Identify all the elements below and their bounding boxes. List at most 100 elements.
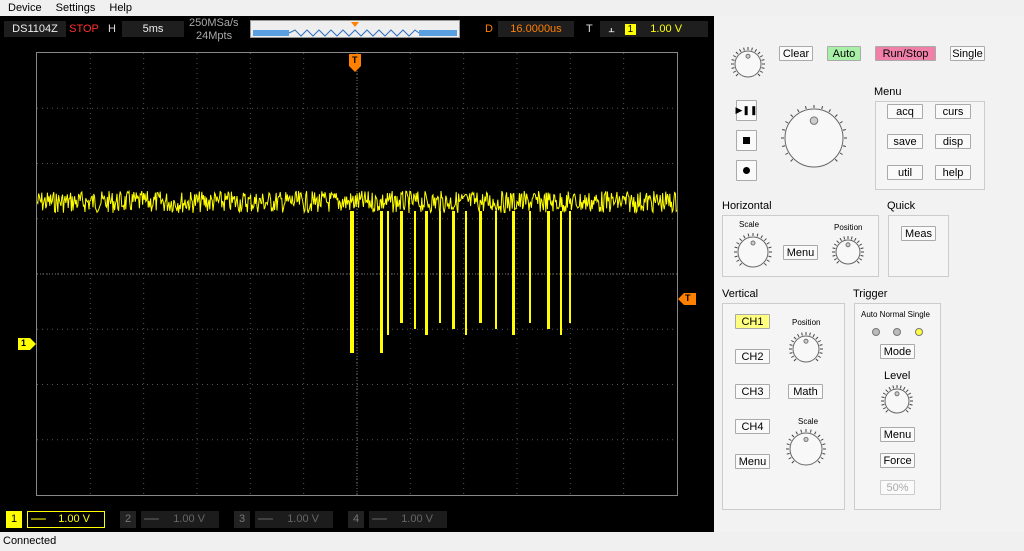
trigger-mode-single-led	[915, 328, 923, 336]
channel-2-indicator[interactable]: 2 ═══ 1.00 V	[120, 510, 219, 528]
trigger-mode-labels: Auto Normal Single	[861, 310, 930, 319]
control-panel: Clear Auto Run/Stop Single ▶❚❚ Menu acq …	[714, 16, 1024, 532]
horizontal-scale-label: Scale	[739, 220, 760, 229]
measure-button[interactable]: Meas	[901, 226, 936, 241]
horizontal-menu-button[interactable]: Menu	[783, 245, 818, 260]
vertical-scale-knob[interactable]	[785, 428, 827, 470]
help-button[interactable]: help	[935, 165, 971, 180]
vertical-scale-label: Scale	[798, 417, 819, 426]
channel-1-indicator[interactable]: 1 ═══ 1.00 V	[6, 510, 105, 528]
run-stop-button[interactable]: Run/Stop	[875, 46, 936, 61]
trigger-info[interactable]: ⫠ 1 1.00 V	[600, 21, 708, 37]
ch1-waveform-pulse	[479, 211, 482, 323]
channel-4-scale-value: 1.00 V	[401, 513, 433, 525]
timebase-label: H	[108, 23, 116, 35]
trigger-group: Auto Normal Single Mode Level Menu Force…	[854, 303, 941, 510]
memory-overview-bar[interactable]	[250, 20, 460, 38]
channel-2-scale: ═══ 1.00 V	[141, 510, 219, 528]
intensity-knob[interactable]	[730, 46, 766, 82]
quick-title: Quick	[887, 200, 916, 212]
delay-label: D	[485, 23, 493, 35]
horizontal-position-label: Position	[834, 223, 863, 232]
sample-rate: 250MSa/s	[189, 17, 239, 29]
trigger-position-marker[interactable]: T	[349, 54, 361, 72]
ch1-waveform-pulse	[569, 211, 571, 323]
vertical-title: Vertical	[722, 288, 759, 300]
ch1-offset-marker[interactable]: 1	[18, 338, 36, 350]
channel-4-indicator[interactable]: 4 ═══ 1.00 V	[348, 510, 447, 528]
top-status-bar: DS1104Z STOP H 5ms 250MSa/s 24Mpts D 16.…	[0, 16, 714, 42]
model-label: DS1104Z	[4, 21, 66, 37]
ch1-waveform-pulse	[495, 211, 497, 329]
trigger-title: Trigger	[853, 288, 888, 300]
channel-2-number: 2	[120, 510, 136, 528]
oscilloscope-display: DS1104Z STOP H 5ms 250MSa/s 24Mpts D 16.…	[0, 16, 714, 532]
trigger-mode-auto-led	[872, 328, 880, 336]
vertical-menu-button[interactable]: Menu	[735, 454, 770, 469]
trigger-level-value: 1.00 V	[650, 23, 683, 35]
channel-1-scale: ═══ 1.00 V	[27, 510, 105, 528]
disp-button[interactable]: disp	[935, 134, 971, 149]
trigger-mode-button[interactable]: Mode	[880, 344, 915, 359]
horizontal-scale-knob[interactable]	[733, 232, 773, 272]
memory-depth: 24Mpts	[196, 30, 233, 42]
curs-button[interactable]: curs	[935, 104, 971, 119]
waveform-graticule[interactable]	[36, 52, 678, 496]
run-state-badge: STOP	[68, 21, 100, 37]
force-trigger-button[interactable]: Force	[880, 453, 915, 468]
ch1-waveform-pulse	[547, 211, 550, 329]
ch1-waveform-pulse	[425, 211, 428, 335]
stop-icon[interactable]	[736, 130, 757, 151]
fifty-percent-button[interactable]: 50%	[880, 480, 915, 495]
trigger-level-label: Level	[884, 370, 911, 382]
trigger-level-marker[interactable]: T	[678, 293, 696, 305]
menu-help[interactable]: Help	[109, 2, 132, 14]
ch1-waveform-pulse	[400, 211, 403, 323]
channel-4-scale: ═══ 1.00 V	[369, 510, 447, 528]
menu-group-title: Menu	[874, 86, 902, 98]
multipurpose-knob[interactable]	[780, 104, 848, 172]
acq-button[interactable]: acq	[887, 104, 923, 119]
util-button[interactable]: util	[887, 165, 923, 180]
channel-3-number: 3	[234, 510, 250, 528]
record-icon[interactable]	[736, 160, 757, 181]
horizontal-position-knob[interactable]	[831, 235, 865, 269]
vertical-position-knob[interactable]	[788, 331, 824, 367]
menu-device[interactable]: Device	[8, 2, 42, 14]
timebase-value[interactable]: 5ms	[122, 21, 184, 37]
trigger-menu-button[interactable]: Menu	[880, 427, 915, 442]
trigger-level-knob[interactable]	[880, 384, 914, 418]
save-button[interactable]: save	[887, 134, 923, 149]
menu-bar: Device Settings Help	[0, 0, 1024, 16]
vertical-position-label: Position	[792, 318, 821, 327]
channel-3-indicator[interactable]: 3 ═══ 1.00 V	[234, 510, 333, 528]
ch1-button[interactable]: CH1	[735, 314, 770, 329]
delay-value[interactable]: 16.0000us	[498, 21, 574, 37]
ch4-button[interactable]: CH4	[735, 419, 770, 434]
horizontal-title: Horizontal	[722, 200, 772, 212]
ch1-waveform-pulse	[387, 211, 389, 335]
channel-1-number: 1	[6, 510, 22, 528]
coupling-icon: ═══	[31, 515, 46, 523]
trigger-mode-normal-led	[893, 328, 901, 336]
horizontal-group: Scale Menu Position	[722, 215, 879, 277]
math-button[interactable]: Math	[788, 384, 823, 399]
ch1-waveform-pulse	[350, 211, 354, 353]
ch1-waveform-pulse	[380, 211, 383, 353]
ch1-waveform-pulse	[560, 211, 562, 335]
ch3-button[interactable]: CH3	[735, 384, 770, 399]
vertical-group: CH1 CH2 CH3 CH4 Menu Position Math Scale	[722, 303, 845, 510]
auto-button[interactable]: Auto	[827, 46, 861, 61]
coupling-icon: ═══	[372, 515, 387, 523]
trigger-label: T	[586, 23, 593, 35]
channel-4-number: 4	[348, 510, 364, 528]
coupling-icon: ═══	[258, 515, 273, 523]
play-pause-icon[interactable]: ▶❚❚	[736, 100, 758, 121]
ch2-button[interactable]: CH2	[735, 349, 770, 364]
menu-group: acq curs save disp util help	[875, 101, 985, 190]
clear-button[interactable]: Clear	[779, 46, 813, 61]
menu-settings[interactable]: Settings	[56, 2, 96, 14]
quick-group: Meas	[888, 215, 949, 277]
single-button[interactable]: Single	[950, 46, 985, 61]
status-bar: Connected	[0, 532, 1024, 551]
